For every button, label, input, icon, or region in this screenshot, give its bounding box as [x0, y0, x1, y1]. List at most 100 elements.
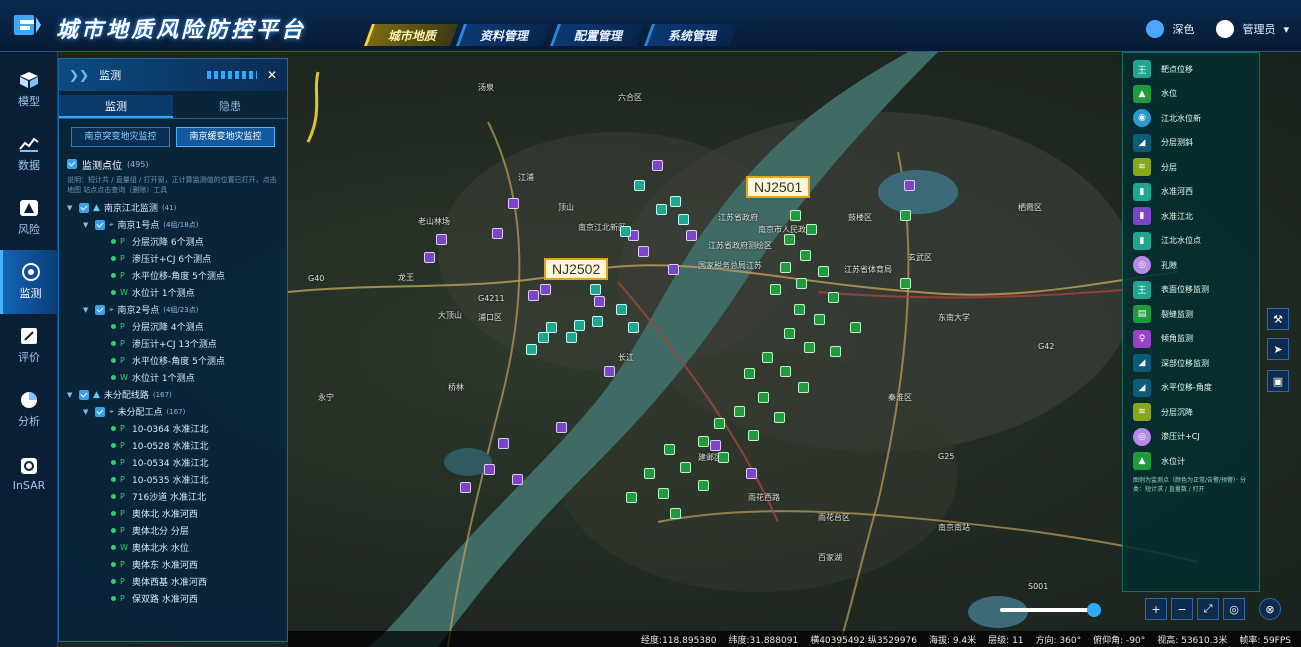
- legend-item[interactable]: ≋ 分层: [1123, 155, 1259, 180]
- monitor-marker[interactable]: [900, 278, 911, 289]
- legend-item[interactable]: 王靶点位移: [1123, 57, 1259, 82]
- fullscreen-icon[interactable]: ⤢: [1197, 598, 1219, 620]
- tree-point-row[interactable]: W 水位计 1个测点: [59, 369, 287, 386]
- close-icon[interactable]: ✕: [267, 68, 277, 82]
- monitor-marker[interactable]: [436, 234, 447, 245]
- image-icon[interactable]: ▣: [1267, 370, 1289, 392]
- slow-disaster-button[interactable]: 南京缓变地灾监控: [176, 127, 275, 147]
- tree-point-row[interactable]: P 10-0535 水准江北: [59, 471, 287, 488]
- tree-point-row[interactable]: P 渗压计+CJ 6个测点: [59, 250, 287, 267]
- legend-item[interactable]: ◢ 水平位移-角度: [1123, 376, 1259, 401]
- nav-item-analysis[interactable]: 分析: [0, 378, 58, 442]
- monitor-marker[interactable]: [566, 332, 577, 343]
- tree-point-row[interactable]: P 水平位移-角度 5个测点: [59, 352, 287, 369]
- monitor-marker[interactable]: [798, 382, 809, 393]
- tab-city-geology[interactable]: 城市地质: [363, 24, 459, 46]
- monitor-marker[interactable]: [424, 252, 435, 263]
- zoom-slider-knob[interactable]: [1087, 603, 1101, 617]
- monitor-marker[interactable]: [528, 290, 539, 301]
- monitor-marker[interactable]: [626, 492, 637, 503]
- monitor-marker[interactable]: [590, 284, 601, 295]
- tree-point-row[interactable]: W 水位计 1个测点: [59, 284, 287, 301]
- monitor-marker[interactable]: [770, 284, 781, 295]
- legend-item[interactable]: 王表面位移监测: [1123, 278, 1259, 303]
- globe-icon[interactable]: ◎: [1223, 598, 1245, 620]
- monitor-marker[interactable]: [744, 368, 755, 379]
- sudden-disaster-button[interactable]: 南京突变地灾监控: [71, 127, 170, 147]
- monitor-marker[interactable]: [784, 328, 795, 339]
- theme-label[interactable]: 深色: [1172, 21, 1194, 37]
- tree-site-row[interactable]: ▼ ⌖ 南京1号点 (4组/18点): [59, 216, 287, 233]
- monitor-marker[interactable]: [762, 352, 773, 363]
- monitor-marker[interactable]: [850, 322, 861, 333]
- tree-group-row[interactable]: ▼ ▲ 未分配线路 (167): [59, 386, 287, 403]
- legend-item[interactable]: ▲ 水位: [1123, 82, 1259, 107]
- tree-point-row[interactable]: P 10-0534 水准江北: [59, 454, 287, 471]
- checkbox-checked-icon[interactable]: [95, 406, 105, 417]
- tree-group-row[interactable]: ▼ ▲ 南京江北监测 (41): [59, 199, 287, 216]
- monitor-marker[interactable]: [746, 468, 757, 479]
- monitor-marker[interactable]: [814, 314, 825, 325]
- monitor-marker[interactable]: [604, 366, 615, 377]
- nav-item-data[interactable]: 数据: [0, 122, 58, 186]
- tree-point-row[interactable]: P 保双路 水准河西: [59, 590, 287, 604]
- monitor-marker[interactable]: [594, 296, 605, 307]
- monitor-marker[interactable]: [574, 320, 585, 331]
- legend-item[interactable]: ▮ 水准河西: [1123, 180, 1259, 205]
- tree-point-row[interactable]: P 水平位移-角度 5个测点: [59, 267, 287, 284]
- monitor-marker[interactable]: [538, 332, 549, 343]
- monitor-marker[interactable]: [734, 406, 745, 417]
- tree-point-row[interactable]: P 奥体西基 水准河西: [59, 573, 287, 590]
- tree-site-row[interactable]: ▼ ⌖ 南京2号点 (4组/23点): [59, 301, 287, 318]
- legend-item[interactable]: ◢ 深部位移监测: [1123, 351, 1259, 376]
- monitor-marker[interactable]: [790, 210, 801, 221]
- monitor-marker[interactable]: [718, 452, 729, 463]
- legend-item[interactable]: ≋ 分层沉降: [1123, 400, 1259, 425]
- chevron-down-icon[interactable]: ▾: [1283, 23, 1289, 36]
- monitor-marker[interactable]: [758, 392, 769, 403]
- tree-point-row[interactable]: P 渗压计+CJ 13个测点: [59, 335, 287, 352]
- monitor-marker[interactable]: [714, 418, 725, 429]
- monitor-marker[interactable]: [508, 198, 519, 209]
- monitor-marker[interactable]: [670, 508, 681, 519]
- monitor-marker[interactable]: [806, 224, 817, 235]
- monitor-marker[interactable]: [686, 230, 697, 241]
- monitor-marker[interactable]: [828, 292, 839, 303]
- monitor-marker[interactable]: [794, 304, 805, 315]
- tree-point-row[interactable]: P 10-0364 水准江北: [59, 420, 287, 437]
- legend-item[interactable]: ◢ 分层测斜: [1123, 131, 1259, 156]
- tree-point-row[interactable]: P 奥体北 水准河西: [59, 505, 287, 522]
- monitor-marker[interactable]: [644, 468, 655, 479]
- send-icon[interactable]: ➤: [1267, 338, 1289, 360]
- tab-system-management[interactable]: 系统管理: [643, 24, 739, 46]
- monitor-marker[interactable]: [556, 422, 567, 433]
- zoom-out-button[interactable]: −: [1171, 598, 1193, 620]
- monitor-marker[interactable]: [592, 316, 603, 327]
- user-menu[interactable]: 管理员: [1242, 21, 1275, 37]
- legend-item[interactable]: ▲ 水位计: [1123, 449, 1259, 474]
- monitor-marker[interactable]: [526, 344, 537, 355]
- tree-point-row[interactable]: P 10-0528 水准江北: [59, 437, 287, 454]
- checkbox-checked-icon[interactable]: [95, 304, 105, 315]
- legend-item[interactable]: ◎ 孔隙: [1123, 253, 1259, 278]
- monitor-marker[interactable]: [652, 160, 663, 171]
- monitor-marker[interactable]: [460, 482, 471, 493]
- wrench-icon[interactable]: ⚒: [1267, 308, 1289, 330]
- checkbox-checked-icon[interactable]: [79, 389, 89, 400]
- monitor-marker[interactable]: [774, 412, 785, 423]
- monitor-marker[interactable]: [658, 488, 669, 499]
- chevron-down-icon[interactable]: ▼: [67, 204, 75, 212]
- monitor-marker[interactable]: [900, 210, 911, 221]
- tree-point-row[interactable]: P 奥体东 水准河西: [59, 556, 287, 573]
- monitor-marker[interactable]: [498, 438, 509, 449]
- theme-toggle-icon[interactable]: [1146, 20, 1165, 38]
- station-callout-nj2502[interactable]: NJ2502: [544, 258, 609, 280]
- tab-data-management[interactable]: 资料管理: [455, 24, 551, 46]
- monitor-marker[interactable]: [710, 440, 721, 451]
- monitor-marker[interactable]: [664, 444, 675, 455]
- checkbox-checked-icon[interactable]: [67, 159, 77, 169]
- nav-item-monitor[interactable]: 监测: [0, 250, 58, 314]
- compass-icon[interactable]: ⊗: [1259, 598, 1281, 620]
- user-avatar-icon[interactable]: [1216, 20, 1235, 38]
- monitor-marker[interactable]: [512, 474, 523, 485]
